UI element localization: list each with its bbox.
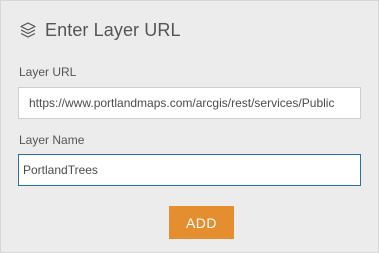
layer-url-label: Layer URL <box>19 65 77 79</box>
layer-url-input[interactable] <box>18 87 361 119</box>
layers-icon <box>19 21 37 39</box>
panel-title: Enter Layer URL <box>45 19 181 40</box>
panel-header: Enter Layer URL <box>19 15 181 45</box>
add-button[interactable]: ADD <box>169 206 234 239</box>
enter-layer-url-panel: Enter Layer URL Layer URL Layer Name ADD <box>0 0 379 253</box>
layer-name-input[interactable] <box>18 154 361 186</box>
layer-name-label: Layer Name <box>19 133 85 147</box>
